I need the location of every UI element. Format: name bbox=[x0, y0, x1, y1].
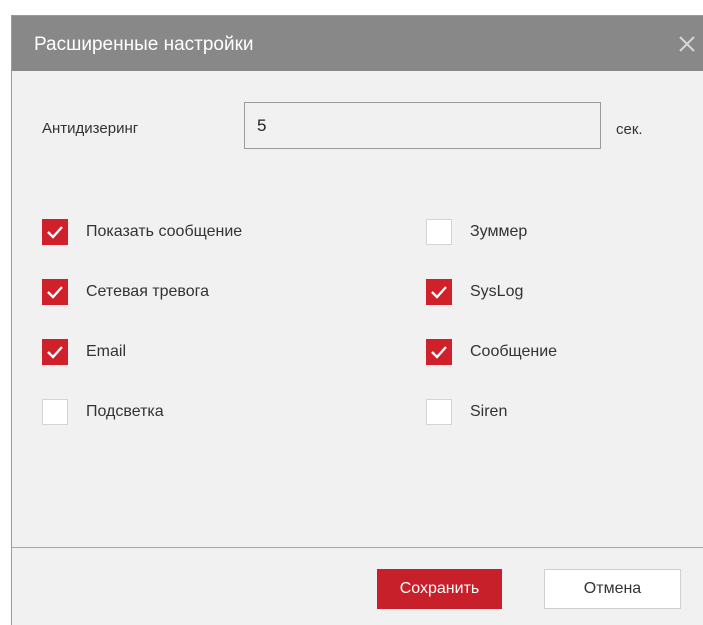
buzzer-label: Зуммер bbox=[470, 223, 528, 240]
siren-label: Siren bbox=[470, 403, 508, 420]
save-button[interactable]: Сохранить bbox=[377, 569, 502, 609]
network-alarm-checkbox[interactable] bbox=[42, 279, 68, 305]
option-backlight[interactable]: Подсветка bbox=[42, 398, 164, 426]
option-message[interactable]: Сообщение bbox=[426, 338, 557, 366]
syslog-checkbox[interactable] bbox=[426, 279, 452, 305]
checkmark-icon bbox=[431, 346, 447, 359]
syslog-label: SysLog bbox=[470, 283, 524, 300]
option-buzzer[interactable]: Зуммер bbox=[426, 218, 527, 246]
antidither-label: Антидизеринг bbox=[42, 120, 139, 137]
antidither-unit: сек. bbox=[616, 121, 643, 138]
close-icon[interactable] bbox=[673, 30, 701, 58]
footer-divider bbox=[12, 547, 703, 548]
checkmark-icon bbox=[431, 286, 447, 299]
siren-checkbox[interactable] bbox=[426, 399, 452, 425]
option-network-alarm[interactable]: Сетевая тревога bbox=[42, 278, 209, 306]
backlight-checkbox[interactable] bbox=[42, 399, 68, 425]
checkmark-icon bbox=[47, 346, 63, 359]
option-siren[interactable]: Siren bbox=[426, 398, 507, 426]
email-checkbox[interactable] bbox=[42, 339, 68, 365]
show-message-label: Показать сообщение bbox=[86, 223, 243, 240]
email-label: Email bbox=[86, 343, 127, 360]
checkmark-icon bbox=[47, 286, 63, 299]
dialog-titlebar: Расширенные настройки bbox=[12, 16, 703, 71]
show-message-checkbox[interactable] bbox=[42, 219, 68, 245]
dialog-title: Расширенные настройки bbox=[34, 34, 254, 55]
option-show-message[interactable]: Показать сообщение bbox=[42, 218, 242, 246]
advanced-settings-dialog: Расширенные настройки Антидизеринг сек. … bbox=[11, 15, 703, 625]
option-email[interactable]: Email bbox=[42, 338, 126, 366]
cancel-button[interactable]: Отмена bbox=[544, 569, 681, 609]
option-syslog[interactable]: SysLog bbox=[426, 278, 523, 306]
network-alarm-label: Сетевая тревога bbox=[86, 283, 210, 300]
message-label: Сообщение bbox=[470, 343, 558, 360]
checkmark-icon bbox=[47, 226, 63, 239]
backlight-label: Подсветка bbox=[86, 403, 164, 420]
message-checkbox[interactable] bbox=[426, 339, 452, 365]
antidither-input[interactable] bbox=[244, 102, 601, 149]
buzzer-checkbox[interactable] bbox=[426, 219, 452, 245]
